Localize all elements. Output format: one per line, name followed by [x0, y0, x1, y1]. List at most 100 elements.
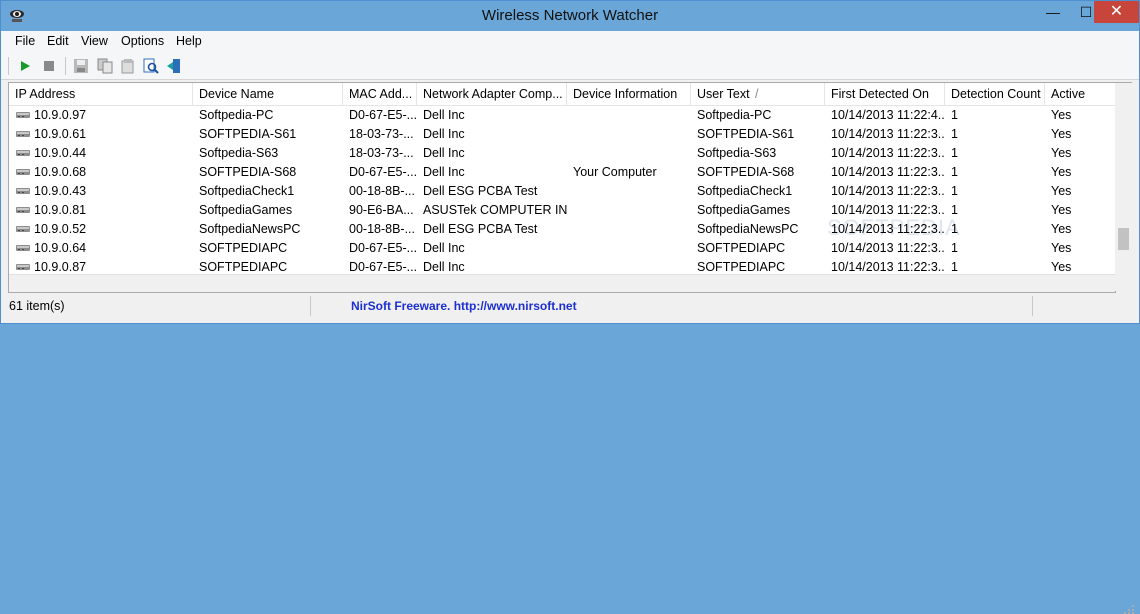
table-row[interactable]: 10.9.0.43 SoftpediaCheck1 00-18-8B-... Dell… — [9, 182, 1115, 201]
cell-mac-address-text: 18-03-73-... — [349, 146, 414, 160]
start-button[interactable] — [15, 56, 35, 76]
window-title: Wireless Network Watcher — [481, 7, 659, 24]
cell-user-text-text: SOFTPEDIA-S68 — [697, 165, 795, 179]
column-device-name[interactable]: Device Name — [193, 83, 343, 105]
devices-listview[interactable]: IP Address Device Name MAC Add... Networ… — [8, 82, 1116, 293]
cell-mac-address: 00-18-8B-... — [343, 220, 417, 239]
cell-device-name-text: SoftpediaCheck1 — [199, 184, 295, 198]
vertical-scrollbar-thumb[interactable] — [1118, 228, 1129, 250]
exit-button[interactable] — [164, 56, 184, 76]
cell-ip-address-text: 10.9.0.61 — [34, 127, 87, 141]
cell-user-text-text: Softpedia-PC — [697, 108, 772, 122]
resize-grip-icon[interactable] — [1123, 604, 1135, 614]
cell-user-text: SOFTPEDIAPC — [691, 239, 825, 258]
cell-ip-address-text: 10.9.0.64 — [34, 241, 87, 255]
cell-active: Yes — [1045, 163, 1115, 182]
column-network-adapter[interactable]: Network Adapter Comp... — [417, 83, 567, 105]
cell-network-adapter-text: Dell ESG PCBA Test — [423, 184, 538, 198]
column-active[interactable]: Active — [1045, 83, 1115, 105]
nirsoft-link[interactable]: NirSoft Freeware. http://www.nirsoft.net — [351, 299, 577, 313]
table-row[interactable]: 10.9.0.97 Softpedia-PC D0-67-E5-... Dell In… — [9, 106, 1115, 125]
table-row[interactable]: 10.9.0.68 SOFTPEDIA-S68 D0-67-E5-... Dell I… — [9, 163, 1115, 182]
menu-help[interactable]: Help — [176, 34, 202, 48]
table-row[interactable]: 10.9.0.52 SoftpediaNewsPC 00-18-8B-... Dell… — [9, 220, 1115, 239]
cell-mac-address-text: D0-67-E5-... — [349, 241, 417, 255]
cell-device-information — [567, 144, 691, 163]
cell-detection-count-text: 1 — [951, 241, 958, 255]
cell-mac-address: D0-67-E5-... — [343, 106, 417, 125]
toolbar-separator — [65, 57, 66, 75]
cell-first-detected: 10/14/2013 11:22:3... — [825, 239, 945, 258]
cell-first-detected-text: 10/14/2013 11:22:3... — [831, 222, 945, 236]
cell-ip-address-text: 10.9.0.44 — [34, 146, 87, 160]
cell-user-text: SoftpediaCheck1 — [691, 182, 825, 201]
horizontal-scrollbar[interactable] — [9, 274, 1115, 292]
cell-first-detected: 10/14/2013 11:22:3... — [825, 182, 945, 201]
network-device-icon — [16, 149, 30, 156]
cell-device-name: SOFTPEDIA-S61 — [193, 125, 343, 144]
cell-detection-count-text: 1 — [951, 184, 958, 198]
properties-button[interactable] — [118, 56, 138, 76]
cell-network-adapter: Dell Inc — [417, 125, 567, 144]
cell-mac-address: 18-03-73-... — [343, 144, 417, 163]
column-device-information[interactable]: Device Information — [567, 83, 691, 105]
cell-device-information — [567, 220, 691, 239]
column-mac-address[interactable]: MAC Add... — [343, 83, 417, 105]
column-user-text[interactable]: User Text / — [691, 83, 825, 105]
cell-device-name: Softpedia-S63 — [193, 144, 343, 163]
cell-device-name-text: SOFTPEDIA-S61 — [199, 127, 297, 141]
cell-detection-count: 1 — [945, 220, 1045, 239]
cell-network-adapter-text: Dell ESG PCBA Test — [423, 222, 538, 236]
cell-mac-address: 00-18-8B-... — [343, 182, 417, 201]
cell-ip-address: 10.9.0.52 — [9, 220, 193, 239]
cell-mac-address-text: D0-67-E5-... — [349, 260, 417, 274]
stop-button[interactable] — [39, 56, 59, 76]
cell-ip-address: 10.9.0.68 — [9, 163, 193, 182]
menu-file[interactable]: File — [15, 34, 35, 48]
table-row[interactable]: 10.9.0.64 SOFTPEDIAPC D0-67-E5-... Dell Inc… — [9, 239, 1115, 258]
title-bar[interactable]: Wireless Network Watcher — ☐ ✕ — [1, 1, 1139, 31]
status-bar: 61 item(s) NirSoft Freeware. http://www.… — [1, 294, 1139, 614]
cell-first-detected: 10/14/2013 11:22:3... — [825, 125, 945, 144]
cell-first-detected: 10/14/2013 11:22:3... — [825, 201, 945, 220]
exit-icon — [167, 59, 180, 73]
cell-device-name: SoftpediaNewsPC — [193, 220, 343, 239]
column-ip-address[interactable]: IP Address — [9, 83, 193, 105]
cell-device-name-text: SoftpediaNewsPC — [199, 222, 301, 236]
cell-user-text-text: Softpedia-S63 — [697, 146, 777, 160]
menu-view[interactable]: View — [81, 34, 108, 48]
cell-detection-count-text: 1 — [951, 165, 958, 179]
cell-device-name-text: SOFTPEDIAPC — [199, 260, 288, 274]
cell-network-adapter-text: ASUSTek COMPUTER IN... — [423, 203, 567, 217]
network-device-icon — [16, 168, 30, 175]
cell-user-text-text: SOFTPEDIAPC — [697, 241, 786, 255]
cell-ip-address: 10.9.0.61 — [9, 125, 193, 144]
column-first-detected[interactable]: First Detected On — [825, 83, 945, 105]
cell-user-text: Softpedia-PC — [691, 106, 825, 125]
cell-first-detected-text: 10/14/2013 11:22:3... — [831, 127, 945, 141]
menu-options[interactable]: Options — [121, 34, 164, 48]
cell-detection-count-text: 1 — [951, 108, 958, 122]
cell-active-text: Yes — [1051, 260, 1072, 274]
network-device-icon — [16, 225, 30, 232]
cell-ip-address-text: 10.9.0.81 — [34, 203, 87, 217]
copy-button[interactable] — [95, 56, 115, 76]
cell-active: Yes — [1045, 144, 1115, 163]
network-device-icon — [16, 263, 30, 270]
column-detection-count[interactable]: Detection Count — [945, 83, 1045, 105]
save-button[interactable] — [71, 56, 91, 76]
table-row[interactable]: 10.9.0.61 SOFTPEDIA-S61 18-03-73-... Dell I… — [9, 125, 1115, 144]
cell-user-text-text: SOFTPEDIAPC — [697, 260, 786, 274]
cell-detection-count: 1 — [945, 144, 1045, 163]
scroll-corner — [1115, 274, 1132, 291]
minimize-button[interactable]: — — [1036, 1, 1070, 23]
find-button[interactable] — [141, 56, 161, 76]
table-row[interactable]: 10.9.0.81 SoftpediaGames 90-E6-BA... ASUSTe… — [9, 201, 1115, 220]
vertical-scrollbar[interactable] — [1115, 82, 1132, 276]
cell-device-information: Your Computer — [567, 163, 691, 182]
cell-active: Yes — [1045, 106, 1115, 125]
table-row[interactable]: 10.9.0.44 Softpedia-S63 18-03-73-... Dell I… — [9, 144, 1115, 163]
close-button[interactable]: ✕ — [1094, 1, 1139, 23]
menu-edit[interactable]: Edit — [47, 34, 69, 48]
cell-detection-count: 1 — [945, 106, 1045, 125]
